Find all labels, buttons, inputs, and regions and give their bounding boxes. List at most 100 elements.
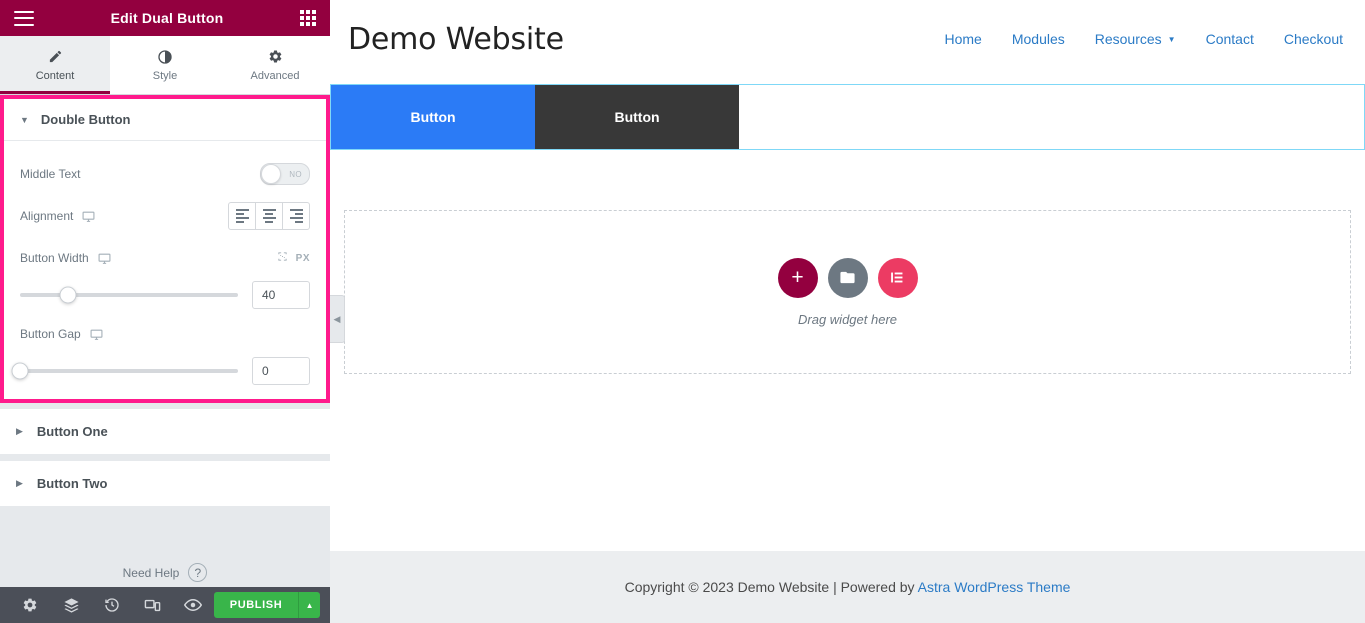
control-button-width: Button Width PX <box>20 241 310 275</box>
desktop-icon[interactable] <box>98 252 111 265</box>
nav-item-contact-label: Contact <box>1205 31 1254 47</box>
gear-icon <box>268 49 283 65</box>
contrast-circle-icon <box>157 49 173 65</box>
dropzone-actions: + <box>777 257 918 298</box>
alignment-label-wrap: Alignment <box>20 209 95 223</box>
nav-item-modules-label: Modules <box>1011 31 1065 47</box>
panel-collapse-chevron-left-icon[interactable]: ◀ <box>330 295 345 343</box>
footer-copyright: Copyright © 2023 Demo Website | Powered … <box>625 579 1071 595</box>
nav-item-checkout[interactable]: Checkout <box>1284 31 1343 47</box>
unit-px-label[interactable]: PX <box>296 253 310 264</box>
dual-button-two[interactable]: Button <box>535 85 739 149</box>
align-left-button[interactable] <box>229 203 256 229</box>
widget-dropzone[interactable]: + Drag widget here <box>344 210 1351 374</box>
add-plus-icon[interactable]: + <box>777 257 818 298</box>
hamburger-icon[interactable] <box>14 10 34 26</box>
elementor-editor: Edit Dual Button Content Style Advanced … <box>0 0 1365 623</box>
section-button-two-header[interactable]: ▶ Button Two <box>0 461 330 506</box>
layers-icon[interactable] <box>51 587 92 623</box>
question-circle-icon[interactable]: ? <box>188 563 208 582</box>
button-gap-slider-row: 0 <box>11 357 310 385</box>
caret-down-icon: ▼ <box>20 114 29 125</box>
button-width-label: Button Width <box>20 251 89 265</box>
button-gap-slider-thumb[interactable] <box>11 362 29 380</box>
tab-advanced[interactable]: Advanced <box>220 36 330 94</box>
button-width-value: 40 <box>262 288 276 302</box>
nav-item-resources[interactable]: Resources ▼ <box>1095 31 1176 47</box>
nav-item-home[interactable]: Home <box>944 31 981 47</box>
button-gap-label-wrap: Button Gap <box>20 327 103 341</box>
publish-group: PUBLISH ▲ <box>213 592 320 618</box>
section-double-button-body: Middle Text NO Alignment Button Width PX… <box>4 141 326 399</box>
tab-style-label: Style <box>152 69 178 82</box>
preview-canvas: Demo Website Home Modules Resources ▼ Co… <box>330 0 1365 623</box>
middle-text-toggle[interactable]: NO <box>260 163 310 185</box>
need-help-label: Need Help <box>122 565 180 580</box>
responsive-mode-icon[interactable] <box>132 587 173 623</box>
button-width-slider[interactable] <box>20 286 238 304</box>
nav-item-modules[interactable]: Modules <box>1012 31 1065 47</box>
button-width-label-wrap: Button Width <box>20 251 111 265</box>
caret-right-icon: ▶ <box>16 478 23 488</box>
button-gap-input[interactable]: 0 <box>252 357 310 385</box>
publish-label: PUBLISH <box>229 599 283 611</box>
folder-template-icon[interactable] <box>827 257 868 298</box>
chevron-down-icon: ▼ <box>1167 34 1176 44</box>
button-width-slider-row: 40 <box>20 281 310 309</box>
caret-right-icon: ▶ <box>16 426 23 436</box>
grid-apps-icon[interactable] <box>299 10 316 26</box>
section-double-button: ▼ Double Button Middle Text NO Alignment… <box>0 95 330 403</box>
need-help[interactable]: Need Help ? <box>0 563 330 582</box>
canvas-content-area: + Drag widget here <box>330 150 1365 551</box>
button-width-slider-thumb[interactable] <box>59 286 77 304</box>
control-alignment: Alignment <box>20 199 310 233</box>
button-gap-label: Button Gap <box>20 327 81 341</box>
dual-button-two-label: Button <box>614 109 660 125</box>
align-right-button[interactable] <box>283 203 309 229</box>
section-button-one[interactable]: ▶ Button One <box>0 409 330 455</box>
dual-button-one-label: Button <box>410 109 456 125</box>
publish-options-chevron-up-icon[interactable]: ▲ <box>298 592 320 618</box>
section-button-two-title: Button Two <box>36 476 108 491</box>
gear-icon[interactable] <box>10 587 51 623</box>
site-logo[interactable]: Demo Website <box>348 22 564 57</box>
dual-button-widget[interactable]: Button Button <box>330 84 1365 150</box>
section-double-button-title: Double Button <box>40 112 131 127</box>
footer-copyright-text: Copyright © 2023 Demo Website | Powered … <box>624 579 918 595</box>
panel-tabs: Content Style Advanced <box>0 36 330 95</box>
button-width-units: PX <box>277 251 310 265</box>
editor-panel: Edit Dual Button Content Style Advanced … <box>0 0 330 623</box>
dropzone-label: Drag widget here <box>798 311 897 327</box>
panel-title: Edit Dual Button <box>110 10 224 26</box>
control-button-gap: Button Gap <box>20 317 310 351</box>
publish-button[interactable]: PUBLISH <box>213 592 299 618</box>
toggle-state-label: NO <box>289 169 302 179</box>
custom-unit-icon[interactable] <box>277 251 288 265</box>
panel-body: ▼ Double Button Middle Text NO Alignment… <box>0 95 330 587</box>
elementor-logo-icon[interactable] <box>877 257 918 298</box>
button-width-input[interactable]: 40 <box>252 281 310 309</box>
section-button-one-title: Button One <box>36 424 108 439</box>
section-button-one-header[interactable]: ▶ Button One <box>0 409 330 454</box>
section-double-button-header[interactable]: ▼ Double Button <box>4 99 326 141</box>
section-button-two[interactable]: ▶ Button Two <box>0 461 330 507</box>
dual-button-one[interactable]: Button <box>331 85 535 149</box>
nav-item-checkout-label: Checkout <box>1283 31 1343 47</box>
button-gap-slider[interactable] <box>11 362 238 380</box>
preview-eye-icon[interactable] <box>173 587 214 623</box>
control-middle-text: Middle Text NO <box>20 157 310 191</box>
history-icon[interactable] <box>92 587 133 623</box>
middle-text-label: Middle Text <box>20 167 81 181</box>
site-header: Demo Website Home Modules Resources ▼ Co… <box>330 0 1365 78</box>
alignment-label: Alignment <box>20 209 74 223</box>
panel-header: Edit Dual Button <box>0 0 330 36</box>
nav-item-home-label: Home <box>944 31 982 47</box>
desktop-icon[interactable] <box>82 210 95 223</box>
nav-item-contact[interactable]: Contact <box>1206 31 1254 47</box>
tab-content[interactable]: Content <box>0 36 110 94</box>
pencil-icon <box>48 49 63 65</box>
desktop-icon[interactable] <box>90 328 103 341</box>
tab-style[interactable]: Style <box>110 36 220 94</box>
align-center-button[interactable] <box>256 203 283 229</box>
footer-theme-link[interactable]: Astra WordPress Theme <box>918 579 1071 595</box>
